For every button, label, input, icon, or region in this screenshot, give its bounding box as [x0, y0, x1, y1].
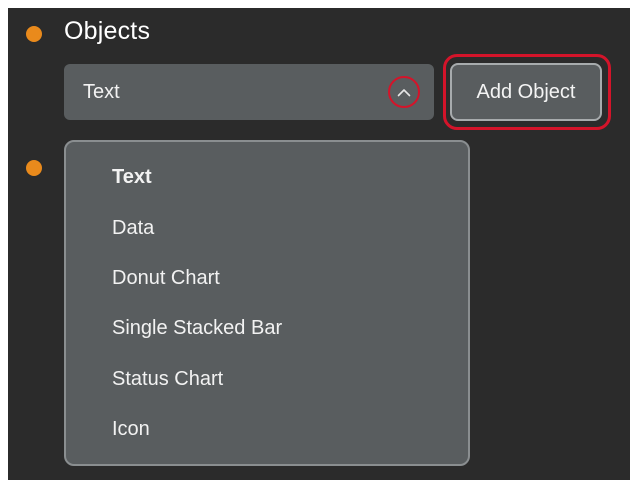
object-type-select-value: Text — [83, 81, 120, 103]
object-type-dropdown-menu: Text Data Donut Chart Single Stacked Bar… — [64, 140, 470, 466]
section-bullet-icon — [26, 160, 42, 176]
dropdown-option-single-stacked-bar[interactable]: Single Stacked Bar — [112, 313, 282, 343]
chevron-up-icon[interactable] — [388, 76, 420, 108]
object-type-select[interactable]: Text — [64, 64, 434, 120]
dropdown-option-text[interactable]: Text — [112, 162, 152, 192]
section-title: Objects — [64, 17, 151, 45]
dropdown-option-icon[interactable]: Icon — [112, 414, 150, 444]
dropdown-option-data[interactable]: Data — [112, 213, 154, 243]
section-bullet-icon — [26, 26, 42, 42]
add-object-button[interactable]: Add Object — [450, 63, 602, 121]
dropdown-option-donut-chart[interactable]: Donut Chart — [112, 263, 220, 293]
dropdown-option-status-chart[interactable]: Status Chart — [112, 364, 223, 394]
